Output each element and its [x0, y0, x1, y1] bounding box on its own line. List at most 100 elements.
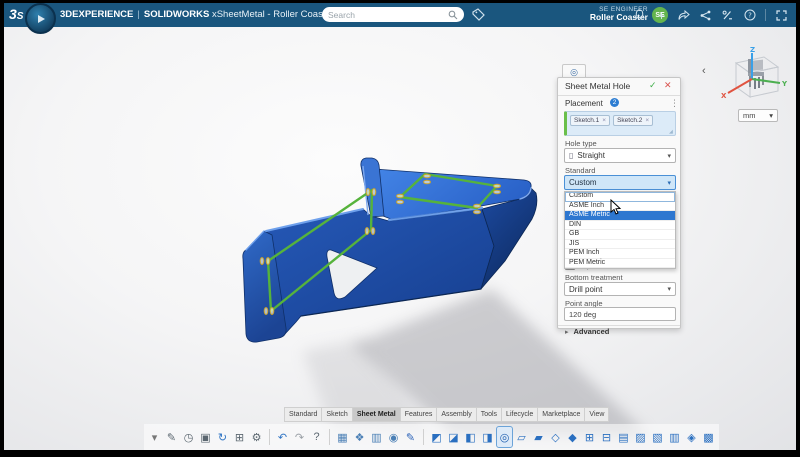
tab-label: Sketch: [326, 411, 347, 418]
fullscreen-icon[interactable]: [775, 9, 788, 22]
redo-icon: ↷: [295, 431, 304, 444]
history-icon: ◷: [184, 431, 194, 444]
divider: [558, 95, 680, 96]
search-input[interactable]: Search: [322, 7, 464, 22]
standard-option[interactable]: DIN: [565, 221, 675, 231]
action-bar-tab[interactable]: Features: [400, 407, 437, 422]
chip-label: Sketch.2: [617, 117, 642, 124]
top-bar: 3S 3DEXPERIENCE|SOLIDWORKS xSheetMetal -…: [4, 3, 796, 27]
standard-option[interactable]: PEM Metric: [565, 259, 675, 269]
axis-x-label: X: [721, 92, 727, 100]
divider: [558, 325, 680, 326]
action-bar-tab[interactable]: Sketch: [321, 407, 351, 422]
standard-option-label: PEM Metric: [569, 259, 605, 266]
resize-handle-icon[interactable]: ◢: [669, 129, 673, 135]
standard-select[interactable]: Custom ▾: [564, 175, 676, 190]
bend-icon: ◇: [551, 431, 559, 444]
document-label: xSheetMetal - Roller Coaster: [212, 9, 334, 20]
edge-flange-icon: ◨: [482, 431, 492, 444]
confirm-button[interactable]: ✓: [649, 80, 657, 91]
tab-label: Lifecycle: [506, 411, 533, 418]
axis-y-label: Y: [781, 80, 788, 88]
bell-icon[interactable]: [633, 9, 646, 22]
tab-label: Assembly: [441, 411, 471, 418]
group-divider: [423, 429, 424, 445]
sheet-metal-tools-group: ◩ ◪ ◧ ◨ ◎ ▱ ▰ ◇ ◆ ⊞ ⊟ ▤ ▨ ▧ ▥ ◈ ▩: [429, 427, 716, 447]
topbar-separator: [765, 9, 766, 21]
app-label: SOLIDWORKS: [144, 9, 209, 20]
chip-remove-icon[interactable]: ×: [602, 117, 606, 124]
placement-menu-icon[interactable]: ⋮: [670, 98, 679, 109]
flat-pattern-icon: ▤: [618, 431, 628, 444]
sync-icon: ↻: [218, 431, 227, 444]
bottom-treatment-caret-icon: ▾: [667, 285, 671, 293]
action-bar-tab[interactable]: Lifecycle: [501, 407, 537, 422]
action-bar-tab[interactable]: Tools: [476, 407, 501, 422]
standard-caret-icon: ▾: [667, 179, 671, 187]
chip-remove-icon[interactable]: ×: [645, 117, 649, 124]
point-angle-input[interactable]: 120 deg: [564, 307, 676, 321]
action-bar-tab[interactable]: Sheet Metal: [352, 407, 400, 422]
panel-collapse-chevron[interactable]: ‹: [702, 65, 706, 77]
settings-icon: ⚙: [252, 431, 262, 444]
placement-chip[interactable]: Sketch.1 ×: [570, 115, 610, 126]
standard-option-label: ASME Metric: [569, 211, 610, 218]
tools-icon[interactable]: [721, 9, 734, 22]
tab-label: Standard: [289, 411, 317, 418]
standard-option[interactable]: GB: [565, 230, 675, 240]
hole-type-label: Hole type: [565, 139, 597, 148]
tab-label: View: [589, 411, 604, 418]
standard-option-label: DIN: [569, 221, 581, 228]
standard-option-label: Custom: [569, 192, 593, 199]
jog-icon: ▰: [534, 431, 542, 444]
action-bar-tab[interactable]: Assembly: [436, 407, 475, 422]
placement-selection-box[interactable]: Sketch.1 × Sketch.2 ×: [564, 111, 676, 136]
hole-feature-icon: ◎: [570, 67, 578, 78]
tag-icon[interactable]: [472, 8, 486, 21]
help-icon: ?: [313, 431, 319, 443]
web-icon: ◉: [389, 431, 399, 444]
unfold-icon: ⊞: [585, 431, 594, 444]
share-network-icon[interactable]: [699, 9, 712, 22]
undo-redo-group: ↶ ↷ ?: [275, 427, 324, 447]
tab-label: Sheet Metal: [357, 411, 396, 418]
certify-icon: ❖: [355, 431, 365, 444]
3d-compass[interactable]: [25, 3, 56, 34]
advanced-expander[interactable]: ▸ Advanced: [565, 327, 609, 336]
play-icon: [38, 15, 45, 23]
hole-type-select[interactable]: ▯ Straight ▾: [564, 148, 676, 163]
units-value: mm: [743, 111, 756, 120]
bottom-treatment-label: Bottom treatment: [565, 273, 623, 282]
add-icon[interactable]: +: [655, 9, 668, 22]
units-select[interactable]: mm ▾: [738, 109, 778, 122]
share-forward-icon[interactable]: [677, 9, 690, 22]
rip-icon: ▨: [635, 431, 645, 444]
fold-icon: ⊟: [602, 431, 611, 444]
duplicate-icon: ⊞: [235, 431, 244, 444]
contour-flange-icon: ◪: [448, 431, 458, 444]
action-bar-tab[interactable]: Standard: [284, 407, 321, 422]
help-icon[interactable]: ?: [743, 9, 756, 22]
advanced-label: Advanced: [574, 327, 610, 336]
action-bar-tab[interactable]: View: [584, 407, 609, 422]
convert-icon: ◈: [687, 431, 695, 444]
sheet-metal-hole-icon: ◎: [500, 431, 510, 444]
standard-option-label: ASME Inch: [569, 202, 604, 209]
action-bar-tab[interactable]: Marketplace: [537, 407, 584, 422]
standard-option-label: JIS: [569, 240, 579, 247]
scroll-icon: ✎: [406, 431, 415, 444]
tab-label: Features: [405, 411, 433, 418]
mouse-cursor: [610, 199, 622, 215]
save-icon: ▣: [200, 431, 210, 444]
tab-label: Tools: [481, 411, 497, 418]
undo-icon: ↶: [278, 431, 287, 444]
cancel-button[interactable]: ✕: [664, 80, 672, 91]
view-cube[interactable]: Z Y X: [712, 45, 790, 109]
standard-option[interactable]: PEM Inch: [565, 249, 675, 259]
search-icon[interactable]: [448, 10, 458, 20]
standard-option[interactable]: JIS: [565, 240, 675, 250]
placement-chip[interactable]: Sketch.2 ×: [613, 115, 653, 126]
edit-icon: ✎: [167, 431, 176, 444]
window-title[interactable]: 3DEXPERIENCE|SOLIDWORKS xSheetMetal - Ro…: [60, 9, 346, 20]
bottom-treatment-select[interactable]: Drill point ▾: [564, 282, 676, 296]
